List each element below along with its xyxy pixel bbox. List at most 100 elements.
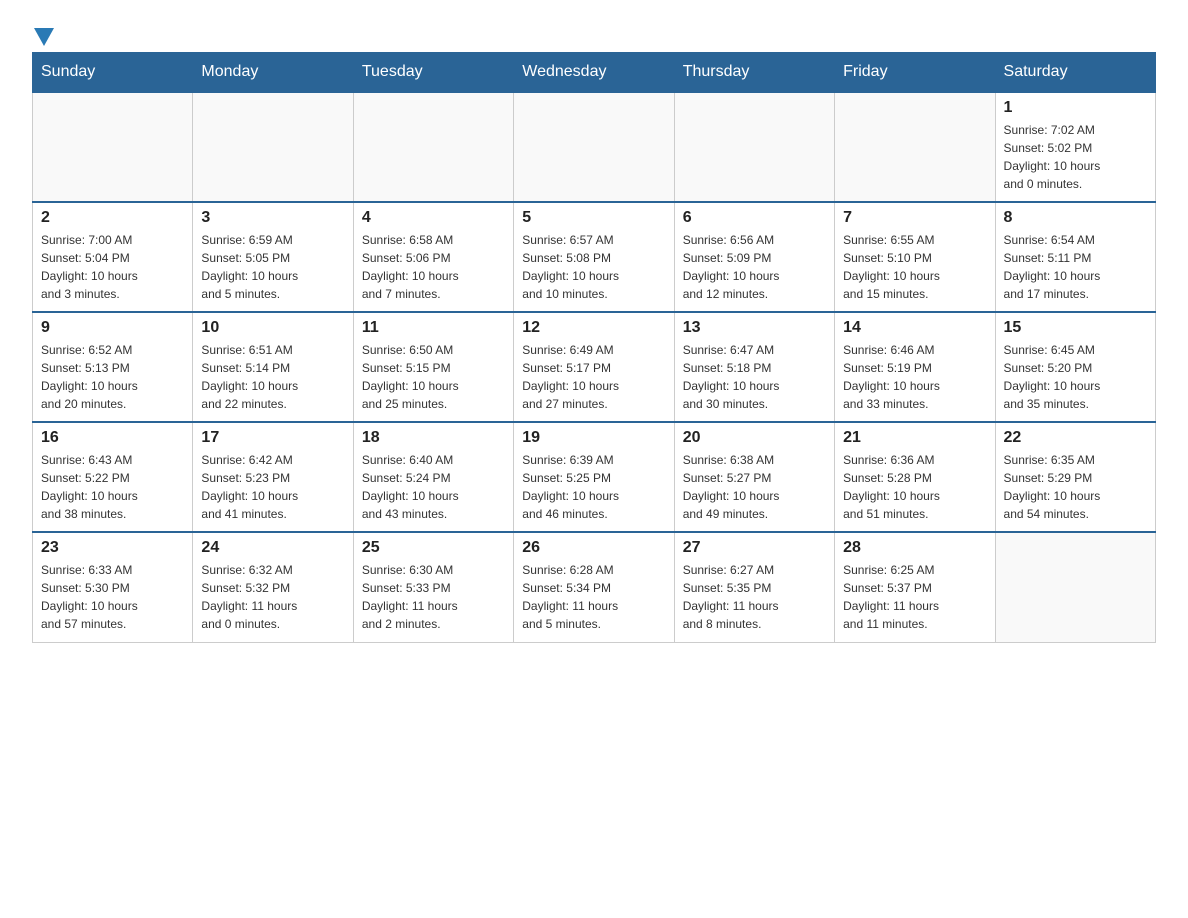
day-number: 26 — [522, 539, 665, 557]
day-info: Sunrise: 7:02 AM Sunset: 5:02 PM Dayligh… — [1004, 121, 1147, 193]
calendar-cell: 4 Sunrise: 6:58 AM Sunset: 5:06 PM Daylig… — [353, 202, 513, 312]
day-info: Sunrise: 6:28 AM Sunset: 5:34 PM Dayligh… — [522, 561, 665, 633]
calendar-cell — [995, 532, 1155, 642]
day-number: 8 — [1004, 209, 1147, 227]
calendar-cell: 5 Sunrise: 6:57 AM Sunset: 5:08 PM Daylig… — [514, 202, 674, 312]
day-number: 5 — [522, 209, 665, 227]
calendar-cell: 14 Sunrise: 6:46 AM Sunset: 5:19 PM Dayli… — [835, 312, 995, 422]
calendar-cell: 24 Sunrise: 6:32 AM Sunset: 5:32 PM Dayli… — [193, 532, 353, 642]
calendar-cell — [353, 92, 513, 202]
day-info: Sunrise: 6:51 AM Sunset: 5:14 PM Dayligh… — [201, 341, 344, 413]
day-number: 12 — [522, 319, 665, 337]
weekday-header-wednesday: Wednesday — [514, 53, 674, 93]
day-number: 20 — [683, 429, 826, 447]
day-info: Sunrise: 6:32 AM Sunset: 5:32 PM Dayligh… — [201, 561, 344, 633]
calendar-cell — [33, 92, 193, 202]
day-info: Sunrise: 6:55 AM Sunset: 5:10 PM Dayligh… — [843, 231, 986, 303]
day-number: 27 — [683, 539, 826, 557]
calendar-week-row: 23 Sunrise: 6:33 AM Sunset: 5:30 PM Dayli… — [33, 532, 1156, 642]
day-info: Sunrise: 6:50 AM Sunset: 5:15 PM Dayligh… — [362, 341, 505, 413]
calendar-cell: 3 Sunrise: 6:59 AM Sunset: 5:05 PM Daylig… — [193, 202, 353, 312]
day-number: 23 — [41, 539, 184, 557]
day-info: Sunrise: 6:30 AM Sunset: 5:33 PM Dayligh… — [362, 561, 505, 633]
day-number: 24 — [201, 539, 344, 557]
calendar-cell: 2 Sunrise: 7:00 AM Sunset: 5:04 PM Daylig… — [33, 202, 193, 312]
calendar-cell: 27 Sunrise: 6:27 AM Sunset: 5:35 PM Dayli… — [674, 532, 834, 642]
calendar-cell: 6 Sunrise: 6:56 AM Sunset: 5:09 PM Daylig… — [674, 202, 834, 312]
day-number: 18 — [362, 429, 505, 447]
calendar-cell: 22 Sunrise: 6:35 AM Sunset: 5:29 PM Dayli… — [995, 422, 1155, 532]
day-number: 1 — [1004, 99, 1147, 117]
calendar-cell: 1 Sunrise: 7:02 AM Sunset: 5:02 PM Daylig… — [995, 92, 1155, 202]
weekday-header-sunday: Sunday — [33, 53, 193, 93]
day-number: 17 — [201, 429, 344, 447]
day-info: Sunrise: 6:56 AM Sunset: 5:09 PM Dayligh… — [683, 231, 826, 303]
calendar-cell: 15 Sunrise: 6:45 AM Sunset: 5:20 PM Dayli… — [995, 312, 1155, 422]
day-info: Sunrise: 6:47 AM Sunset: 5:18 PM Dayligh… — [683, 341, 826, 413]
day-number: 19 — [522, 429, 665, 447]
weekday-header-thursday: Thursday — [674, 53, 834, 93]
day-info: Sunrise: 6:45 AM Sunset: 5:20 PM Dayligh… — [1004, 341, 1147, 413]
calendar-cell: 12 Sunrise: 6:49 AM Sunset: 5:17 PM Dayli… — [514, 312, 674, 422]
calendar-week-row: 2 Sunrise: 7:00 AM Sunset: 5:04 PM Daylig… — [33, 202, 1156, 312]
day-info: Sunrise: 6:46 AM Sunset: 5:19 PM Dayligh… — [843, 341, 986, 413]
page-header — [32, 24, 1156, 42]
day-number: 4 — [362, 209, 505, 227]
calendar-cell: 18 Sunrise: 6:40 AM Sunset: 5:24 PM Dayli… — [353, 422, 513, 532]
calendar-cell: 16 Sunrise: 6:43 AM Sunset: 5:22 PM Dayli… — [33, 422, 193, 532]
day-number: 7 — [843, 209, 986, 227]
calendar-cell: 28 Sunrise: 6:25 AM Sunset: 5:37 PM Dayli… — [835, 532, 995, 642]
calendar-cell: 19 Sunrise: 6:39 AM Sunset: 5:25 PM Dayli… — [514, 422, 674, 532]
logo — [32, 24, 54, 42]
day-info: Sunrise: 6:42 AM Sunset: 5:23 PM Dayligh… — [201, 451, 344, 523]
calendar-cell: 13 Sunrise: 6:47 AM Sunset: 5:18 PM Dayli… — [674, 312, 834, 422]
day-info: Sunrise: 7:00 AM Sunset: 5:04 PM Dayligh… — [41, 231, 184, 303]
day-info: Sunrise: 6:49 AM Sunset: 5:17 PM Dayligh… — [522, 341, 665, 413]
day-info: Sunrise: 6:57 AM Sunset: 5:08 PM Dayligh… — [522, 231, 665, 303]
day-info: Sunrise: 6:39 AM Sunset: 5:25 PM Dayligh… — [522, 451, 665, 523]
weekday-header-saturday: Saturday — [995, 53, 1155, 93]
day-info: Sunrise: 6:35 AM Sunset: 5:29 PM Dayligh… — [1004, 451, 1147, 523]
calendar-cell: 23 Sunrise: 6:33 AM Sunset: 5:30 PM Dayli… — [33, 532, 193, 642]
calendar-cell: 11 Sunrise: 6:50 AM Sunset: 5:15 PM Dayli… — [353, 312, 513, 422]
day-number: 6 — [683, 209, 826, 227]
day-number: 25 — [362, 539, 505, 557]
calendar-cell — [835, 92, 995, 202]
day-number: 22 — [1004, 429, 1147, 447]
day-info: Sunrise: 6:40 AM Sunset: 5:24 PM Dayligh… — [362, 451, 505, 523]
calendar-week-row: 16 Sunrise: 6:43 AM Sunset: 5:22 PM Dayli… — [33, 422, 1156, 532]
calendar-cell: 9 Sunrise: 6:52 AM Sunset: 5:13 PM Daylig… — [33, 312, 193, 422]
calendar-cell: 10 Sunrise: 6:51 AM Sunset: 5:14 PM Dayli… — [193, 312, 353, 422]
day-number: 13 — [683, 319, 826, 337]
day-info: Sunrise: 6:59 AM Sunset: 5:05 PM Dayligh… — [201, 231, 344, 303]
day-info: Sunrise: 6:33 AM Sunset: 5:30 PM Dayligh… — [41, 561, 184, 633]
day-info: Sunrise: 6:27 AM Sunset: 5:35 PM Dayligh… — [683, 561, 826, 633]
calendar-cell — [674, 92, 834, 202]
calendar-week-row: 1 Sunrise: 7:02 AM Sunset: 5:02 PM Daylig… — [33, 92, 1156, 202]
day-info: Sunrise: 6:52 AM Sunset: 5:13 PM Dayligh… — [41, 341, 184, 413]
day-info: Sunrise: 6:36 AM Sunset: 5:28 PM Dayligh… — [843, 451, 986, 523]
calendar-cell: 17 Sunrise: 6:42 AM Sunset: 5:23 PM Dayli… — [193, 422, 353, 532]
calendar-cell: 26 Sunrise: 6:28 AM Sunset: 5:34 PM Dayli… — [514, 532, 674, 642]
day-info: Sunrise: 6:38 AM Sunset: 5:27 PM Dayligh… — [683, 451, 826, 523]
day-number: 16 — [41, 429, 184, 447]
day-info: Sunrise: 6:25 AM Sunset: 5:37 PM Dayligh… — [843, 561, 986, 633]
day-info: Sunrise: 6:58 AM Sunset: 5:06 PM Dayligh… — [362, 231, 505, 303]
day-number: 21 — [843, 429, 986, 447]
day-number: 2 — [41, 209, 184, 227]
calendar-cell — [193, 92, 353, 202]
weekday-header-friday: Friday — [835, 53, 995, 93]
day-number: 3 — [201, 209, 344, 227]
day-number: 28 — [843, 539, 986, 557]
calendar-cell: 21 Sunrise: 6:36 AM Sunset: 5:28 PM Dayli… — [835, 422, 995, 532]
day-number: 14 — [843, 319, 986, 337]
day-number: 9 — [41, 319, 184, 337]
calendar-cell: 20 Sunrise: 6:38 AM Sunset: 5:27 PM Dayli… — [674, 422, 834, 532]
day-info: Sunrise: 6:43 AM Sunset: 5:22 PM Dayligh… — [41, 451, 184, 523]
calendar-cell: 25 Sunrise: 6:30 AM Sunset: 5:33 PM Dayli… — [353, 532, 513, 642]
day-number: 15 — [1004, 319, 1147, 337]
day-number: 10 — [201, 319, 344, 337]
weekday-header-row: SundayMondayTuesdayWednesdayThursdayFrid… — [33, 53, 1156, 93]
calendar-week-row: 9 Sunrise: 6:52 AM Sunset: 5:13 PM Daylig… — [33, 312, 1156, 422]
day-number: 11 — [362, 319, 505, 337]
